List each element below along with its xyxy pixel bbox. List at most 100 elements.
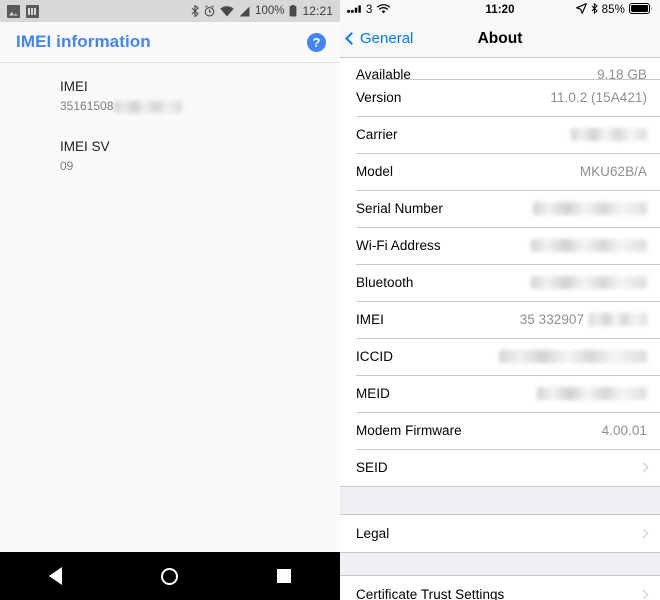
- settings-group: Certificate Trust Settings: [340, 575, 660, 600]
- ios-panel: 3 11:20 85% General About Available 9.18…: [340, 0, 660, 600]
- list-item-value: 35161508: [60, 98, 324, 115]
- table-row[interactable]: SEID: [340, 449, 660, 486]
- row-value-text: 11.0.2 (15A421): [550, 90, 647, 105]
- redacted-block: [589, 313, 647, 326]
- android-status-bar: 100% 12:21: [0, 0, 340, 22]
- ios-carrier-name: 3: [366, 4, 373, 16]
- row-label: Bluetooth: [356, 275, 414, 290]
- redacted-block: [533, 202, 647, 215]
- ios-battery-percent: 85%: [601, 4, 625, 16]
- help-icon[interactable]: ?: [307, 32, 326, 52]
- table-row[interactable]: Legal: [340, 515, 660, 552]
- bluetooth-icon: [591, 2, 598, 17]
- location-arrow-icon: [575, 3, 587, 17]
- page-title: IMEI information: [16, 32, 151, 51]
- battery-icon: [629, 3, 653, 17]
- redacted-block: [537, 387, 647, 400]
- keyboard-icon: [26, 4, 39, 18]
- wifi-icon: [376, 3, 390, 17]
- redacted-block: [531, 276, 647, 289]
- redacted-block: [531, 239, 647, 252]
- alarm-icon: [204, 5, 215, 17]
- table-row: IMEI 35 332907: [340, 301, 660, 338]
- row-label: ICCID: [356, 349, 393, 364]
- chevron-left-icon: [345, 32, 358, 45]
- android-panel: 100% 12:21 IMEI information ? IMEI 35161…: [0, 0, 340, 600]
- row-value: [531, 276, 647, 289]
- list-item[interactable]: IMEI SV 09: [0, 137, 340, 175]
- section-gap: [340, 487, 660, 514]
- android-battery-percent: 100%: [255, 5, 285, 17]
- back-button[interactable]: General: [340, 30, 413, 47]
- redacted-block: [114, 100, 183, 113]
- image-icon: [7, 4, 20, 18]
- row-value-text: 4.00.01: [601, 423, 647, 438]
- row-label: Certificate Trust Settings: [356, 587, 505, 600]
- cellular-signal-icon: [347, 4, 362, 16]
- android-content-list: IMEI 35161508 IMEI SV 09: [0, 63, 340, 552]
- table-row: Modem Firmware 4.00.01: [340, 412, 660, 449]
- row-value: [571, 128, 647, 141]
- list-item[interactable]: IMEI 35161508: [0, 77, 340, 115]
- row-label: Model: [356, 164, 394, 179]
- row-label: IMEI: [356, 312, 384, 327]
- recents-square-icon[interactable]: [276, 569, 291, 583]
- ios-settings-list[interactable]: Available 9.18 GB Version 11.0.2 (15A421) Ca…: [340, 58, 660, 600]
- table-row[interactable]: Certificate Trust Settings: [340, 576, 660, 600]
- row-value: [531, 239, 647, 252]
- section-gap: [340, 553, 660, 575]
- android-notification-icons: [7, 4, 39, 18]
- row-label: SEID: [356, 460, 388, 475]
- imei-value-text: 35161508: [60, 99, 114, 113]
- row-value: [537, 387, 647, 400]
- row-label: Modem Firmware: [356, 423, 462, 438]
- android-navigation-bar: [0, 552, 340, 600]
- row-label: Legal: [356, 526, 390, 541]
- android-app-header: IMEI information ?: [0, 22, 340, 63]
- list-item-label: IMEI: [60, 79, 88, 94]
- row-value: 35 332907: [520, 312, 647, 327]
- table-row: MEID: [340, 375, 660, 412]
- cellular-signal-icon: [239, 6, 250, 17]
- ios-status-right: 85%: [575, 2, 653, 17]
- settings-group: Legal: [340, 514, 660, 553]
- row-value: 4.00.01: [602, 423, 647, 438]
- redacted-block: [571, 128, 647, 141]
- redacted-block: [499, 350, 647, 363]
- table-row: Wi-Fi Address: [340, 227, 660, 264]
- row-label: Carrier: [356, 127, 398, 142]
- ios-status-left: 3: [347, 3, 390, 17]
- table-row: Model MKU62B/A: [340, 153, 660, 190]
- android-status-icons: 100% 12:21: [191, 4, 333, 18]
- table-row: Version 11.0.2 (15A421): [340, 79, 660, 116]
- table-row: Carrier: [340, 116, 660, 153]
- row-value: [533, 202, 647, 215]
- table-row: Serial Number: [340, 190, 660, 227]
- bluetooth-icon: [191, 5, 199, 17]
- row-label: Version: [356, 90, 402, 105]
- back-triangle-icon[interactable]: [49, 567, 63, 585]
- row-value: 11.0.2 (15A421): [550, 90, 647, 105]
- settings-group: Available 9.18 GB Version 11.0.2 (15A421) Ca…: [340, 58, 660, 487]
- chevron-right-icon: [638, 589, 649, 600]
- row-label: MEID: [356, 386, 390, 401]
- row-value: [499, 350, 647, 363]
- row-label: Serial Number: [356, 201, 443, 216]
- back-button-label: General: [360, 30, 414, 47]
- table-row: Available 9.18 GB: [340, 58, 660, 82]
- battery-icon: [289, 5, 297, 17]
- ios-status-bar: 3 11:20 85%: [340, 0, 660, 20]
- dual-screenshot-root: 100% 12:21 IMEI information ? IMEI 35161…: [0, 0, 660, 600]
- table-row: ICCID: [340, 338, 660, 375]
- wifi-icon: [220, 5, 234, 17]
- home-circle-icon[interactable]: [160, 567, 178, 585]
- row-value-text: MKU62B/A: [579, 164, 647, 179]
- imei-sv-value-text: 09: [60, 159, 74, 173]
- android-clock: 12:21: [302, 4, 333, 18]
- row-value-text: 35 332907: [519, 312, 584, 327]
- row-label: Wi-Fi Address: [356, 238, 441, 253]
- chevron-right-icon: [638, 462, 649, 473]
- chevron-right-icon: [638, 528, 649, 539]
- ios-navigation-bar: General About: [340, 20, 660, 58]
- list-item-value: 09: [60, 158, 324, 175]
